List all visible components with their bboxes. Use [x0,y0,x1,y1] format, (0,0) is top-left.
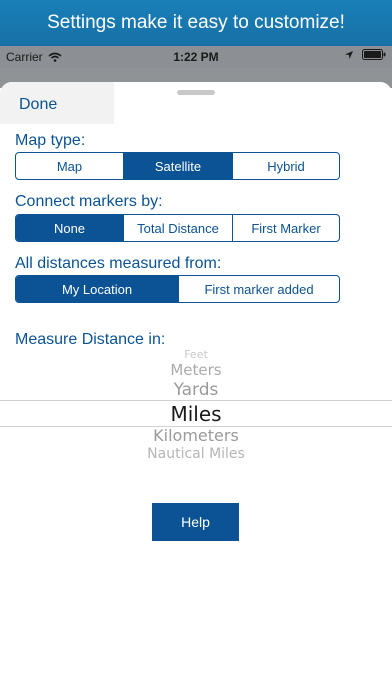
connect-none[interactable]: None [16,215,123,241]
connect-markers-segmented-control: None Total Distance First Marker [15,214,340,242]
connect-markers-label: Connect markers by: [15,193,163,210]
from-first-marker[interactable]: First marker added [178,276,339,302]
unit-option-miles[interactable]: Miles [0,402,392,426]
status-time: 1:22 PM [173,50,219,64]
help-button[interactable]: Help [152,503,239,541]
unit-option-yards[interactable]: Yards [0,380,392,400]
unit-option-feet[interactable]: Feet [0,348,392,361]
map-type-segmented-control: Map Satellite Hybrid [15,152,340,180]
map-type-hybrid[interactable]: Hybrid [232,153,339,179]
connect-first-marker[interactable]: First Marker [232,215,339,241]
location-arrow-icon [345,50,353,59]
unit-picker[interactable]: Feet Meters Yards Miles Kilometers Nauti… [0,346,392,466]
unit-option-kilometers[interactable]: Kilometers [0,426,392,445]
map-type-map[interactable]: Map [16,153,123,179]
promo-banner-text: Settings make it easy to customize! [47,12,345,33]
done-button[interactable]: Done [19,96,57,114]
unit-option-nautical-miles[interactable]: Nautical Miles [0,446,392,462]
distances-from-label: All distances measured from: [15,255,222,272]
status-right-icons [344,49,386,60]
map-type-satellite[interactable]: Satellite [123,153,232,179]
distances-from-segmented-control: My Location First marker added [15,275,340,303]
picker-selection-top-line [0,400,392,401]
connect-total-distance[interactable]: Total Distance [123,215,232,241]
settings-sheet: Done Map type: Map Satellite Hybrid Conn… [0,82,392,696]
from-my-location[interactable]: My Location [16,276,178,302]
status-bar: Carrier 1:22 PM [0,46,392,68]
map-type-label: Map type: [15,132,86,149]
unit-option-meters[interactable]: Meters [0,361,392,379]
promo-banner: Settings make it easy to customize! [0,0,392,46]
sheet-grabber[interactable] [177,90,215,95]
battery-icon [362,49,386,60]
